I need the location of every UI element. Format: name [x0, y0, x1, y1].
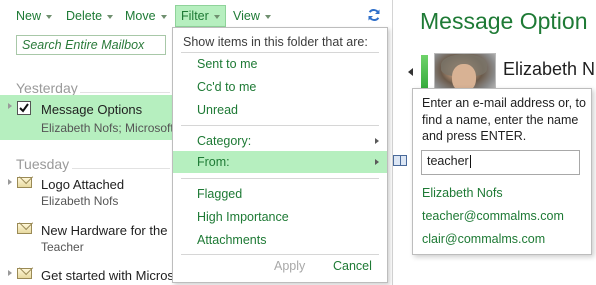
view-button[interactable]: View — [233, 6, 271, 26]
message-row[interactable]: New Hardware for the Teacher — [0, 218, 180, 258]
submenu-arrow-icon — [375, 159, 379, 165]
cancel-button[interactable]: Cancel — [333, 259, 372, 273]
chevron-down-icon — [46, 14, 53, 19]
move-button[interactable]: Move — [125, 6, 167, 26]
search-input[interactable]: Search Entire Mailbox — [16, 35, 166, 55]
chevron-down-icon — [107, 14, 114, 19]
expand-icon[interactable] — [8, 103, 12, 109]
message-from: Elizabeth Nofs — [41, 194, 119, 208]
address-book-icon[interactable] — [393, 155, 407, 166]
message-subject: Logo Attached — [41, 177, 125, 192]
filter-item-flagged[interactable]: Flagged — [173, 183, 387, 205]
message-from: Teacher — [41, 240, 84, 254]
envelope-icon — [17, 177, 32, 188]
menu-separator — [181, 254, 379, 255]
reading-pane-title: Message Option — [420, 8, 588, 34]
chevron-down-icon — [160, 14, 167, 19]
filter-menu: Show items in this folder that are: Sent… — [172, 27, 388, 283]
chevron-down-icon — [264, 14, 271, 19]
from-input-value: teacher — [427, 154, 469, 168]
expand-icon[interactable] — [8, 270, 12, 276]
collapse-header-icon[interactable] — [408, 68, 413, 76]
message-subject: Message Options — [41, 102, 143, 117]
message-row[interactable]: Get started with Micros — [0, 263, 180, 285]
message-subject: New Hardware for the — [41, 223, 168, 238]
search-placeholder: Search Entire Mailbox — [22, 38, 145, 52]
delete-button[interactable]: Delete — [66, 6, 114, 26]
from-submenu: Enter an e-mail address or, to find a na… — [412, 88, 592, 255]
envelope-icon — [17, 223, 32, 234]
group-header-tuesday: Tuesday — [16, 156, 70, 172]
new-label: New — [16, 9, 42, 23]
group-divider — [72, 168, 170, 169]
new-button[interactable]: New — [16, 6, 53, 26]
filter-item-high-importance[interactable]: High Importance — [173, 206, 387, 228]
pane-divider[interactable] — [392, 0, 393, 285]
filter-button[interactable]: Filter — [175, 5, 226, 27]
checkbox-icon[interactable] — [17, 101, 31, 115]
move-label: Move — [125, 9, 156, 23]
message-from: Elizabeth Nofs; Microsoft — [41, 121, 174, 135]
filter-item-category[interactable]: Category: — [173, 130, 387, 152]
text-cursor — [469, 155, 471, 169]
view-label: View — [233, 9, 260, 23]
menu-separator — [181, 125, 379, 126]
group-header-yesterday: Yesterday — [16, 80, 78, 96]
filter-item-category-label: Category: — [197, 134, 252, 148]
filter-item-attachments[interactable]: Attachments — [173, 229, 387, 251]
group-divider — [80, 92, 170, 93]
from-instructions: Enter an e-mail address or, to find a na… — [422, 96, 586, 143]
message-row[interactable]: Logo Attached Elizabeth Nofs — [0, 172, 180, 212]
expand-icon[interactable] — [8, 179, 12, 185]
from-result-item[interactable]: Elizabeth Nofs — [422, 186, 503, 200]
from-input[interactable]: teacher — [421, 150, 580, 175]
chevron-down-icon — [213, 14, 220, 19]
filter-item-ccd-to-me[interactable]: Cc'd to me — [173, 76, 387, 98]
menu-separator — [181, 178, 379, 179]
message-row-selected[interactable]: Message Options Elizabeth Nofs; Microsof… — [0, 95, 180, 140]
filter-item-from[interactable]: From: — [173, 151, 387, 173]
apply-button[interactable]: Apply — [274, 259, 305, 273]
submenu-arrow-icon — [375, 138, 379, 144]
filter-menu-heading: Show items in this folder that are: — [183, 35, 368, 49]
message-subject: Get started with Micros — [41, 268, 174, 283]
filter-item-sent-to-me[interactable]: Sent to me — [173, 53, 387, 75]
refresh-icon[interactable] — [367, 8, 381, 22]
envelope-icon — [17, 268, 32, 279]
from-result-item[interactable]: teacher@commalms.com — [422, 209, 564, 223]
filter-label: Filter — [181, 9, 209, 23]
sender-name[interactable]: Elizabeth N — [503, 59, 595, 80]
filter-item-from-label: From: — [197, 155, 230, 169]
filter-item-unread[interactable]: Unread — [173, 99, 387, 121]
delete-label: Delete — [66, 9, 103, 23]
from-result-item[interactable]: clair@commalms.com — [422, 232, 545, 246]
